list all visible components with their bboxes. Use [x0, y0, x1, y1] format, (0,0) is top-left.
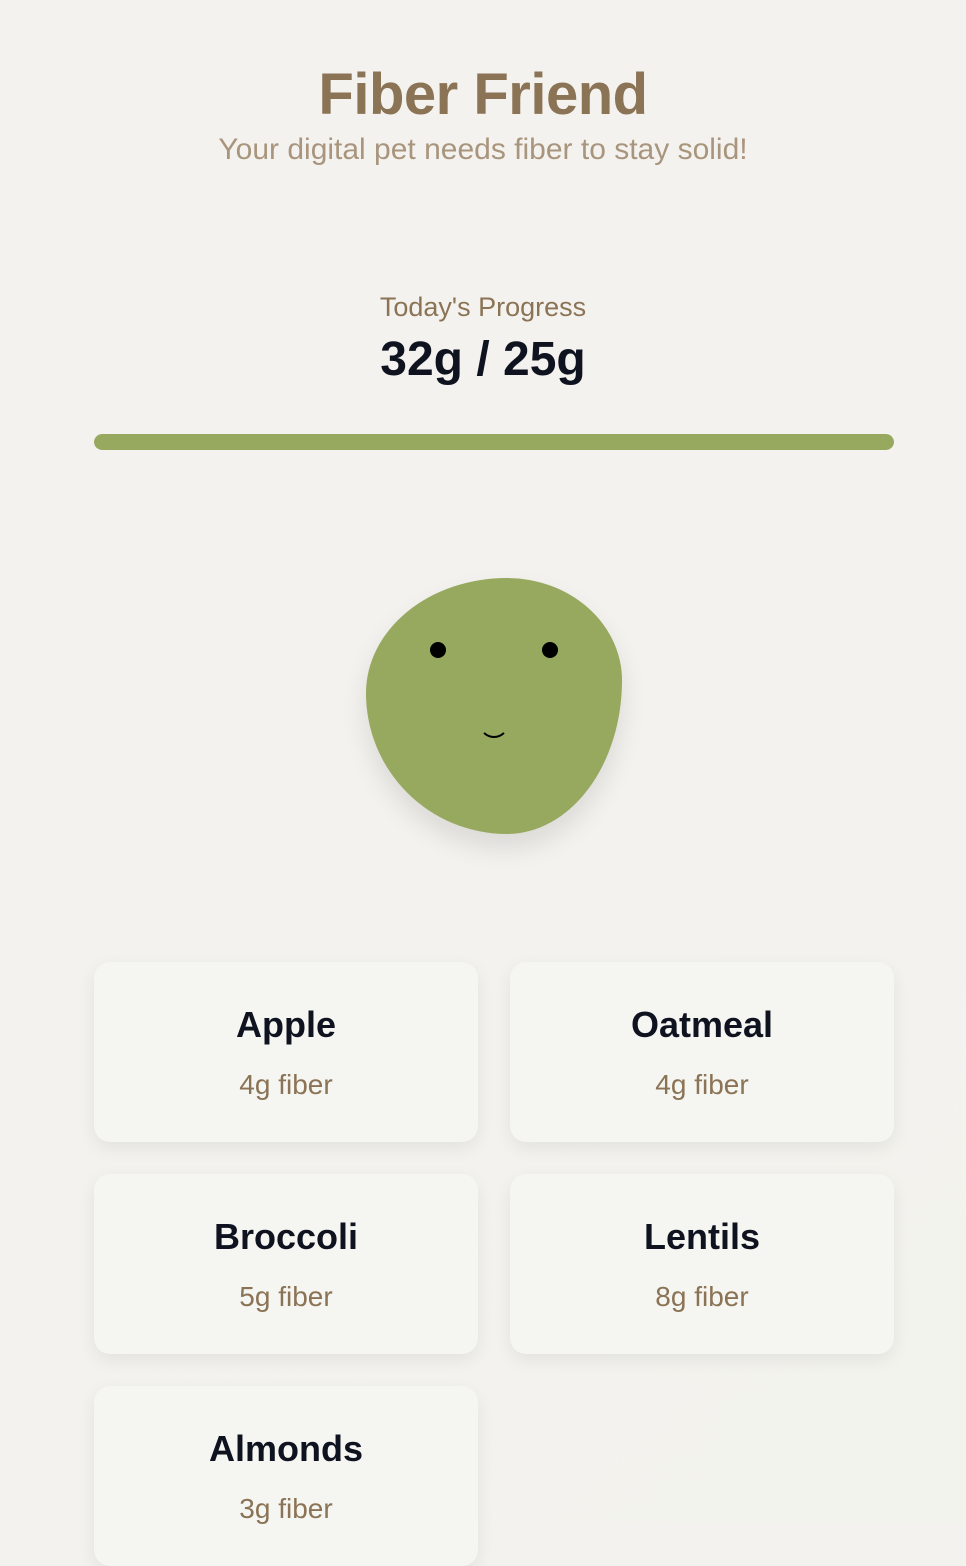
progress-section: Today's Progress 32g / 25g [0, 290, 966, 388]
food-name: Broccoli [213, 1216, 359, 1257]
food-card-almonds[interactable]: Almonds 3g fiber [94, 1386, 478, 1566]
food-card-lentils[interactable]: Lentils 8g fiber [510, 1174, 894, 1354]
food-name: Almonds [208, 1428, 363, 1469]
food-fiber-amount: 8g fiber [655, 1281, 749, 1312]
food-grid: Apple 4g fiber Oatmeal 4g fiber Broccoli… [94, 962, 894, 1566]
app-header: Fiber Friend Your digital pet needs fibe… [0, 0, 966, 168]
food-card-broccoli[interactable]: Broccoli 5g fiber [94, 1174, 478, 1354]
food-name: Apple [235, 1004, 336, 1045]
pet-right-eye [542, 642, 558, 658]
food-card-oatmeal[interactable]: Oatmeal 4g fiber [510, 962, 894, 1142]
app-subtitle: Your digital pet needs fiber to stay sol… [218, 133, 748, 166]
food-fiber-amount: 3g fiber [239, 1493, 333, 1524]
app-title: Fiber Friend [318, 62, 648, 127]
progress-bar [94, 434, 894, 450]
progress-bar-fill [94, 434, 894, 450]
food-card-apple[interactable]: Apple 4g fiber [94, 962, 478, 1142]
food-fiber-amount: 4g fiber [655, 1069, 749, 1100]
food-name: Lentils [643, 1216, 760, 1257]
pet-smile-mouth [479, 708, 509, 738]
food-name: Oatmeal [630, 1004, 774, 1045]
pet-left-eye [430, 642, 446, 658]
food-fiber-amount: 5g fiber [239, 1281, 333, 1312]
progress-value: 32g / 25g [380, 333, 586, 386]
food-fiber-amount: 4g fiber [239, 1069, 333, 1100]
progress-label: Today's Progress [379, 292, 587, 322]
pet-blob[interactable] [366, 578, 622, 834]
